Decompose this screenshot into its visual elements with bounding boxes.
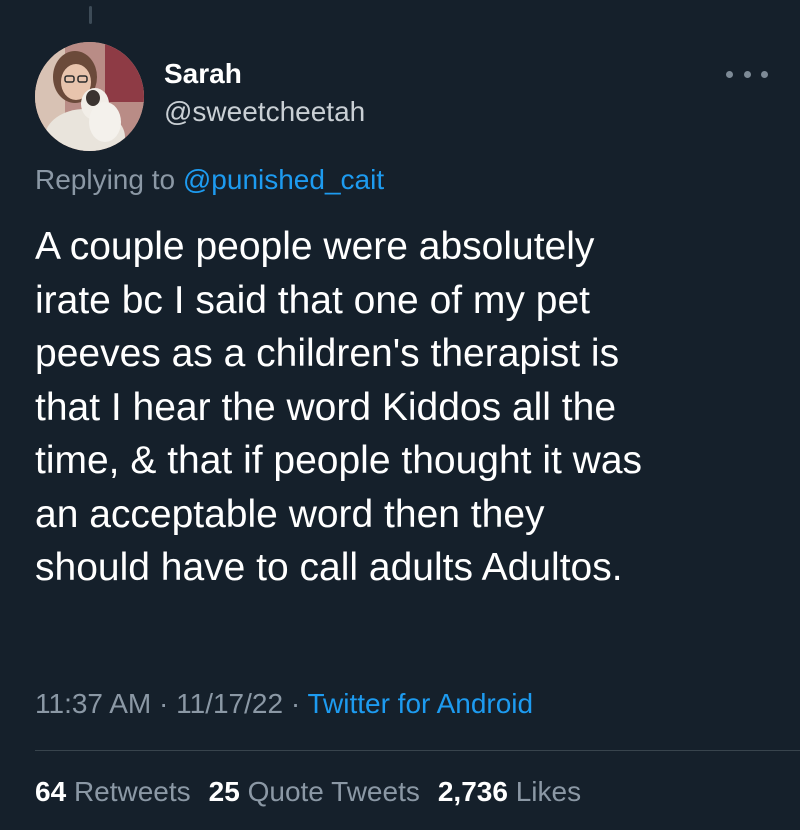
tweet-metadata: 11:37 AM · 11/17/22 · Twitter for Androi…	[35, 688, 533, 720]
tweet-text-line: that I hear the word Kiddos all the	[35, 385, 617, 429]
replying-to: Replying to @punished_cait	[35, 164, 384, 196]
likes-count: 2,736	[437, 776, 508, 807]
reply-mention-link[interactable]: @punished_cait	[183, 164, 384, 195]
retweets-stat[interactable]: 64 Retweets	[35, 776, 191, 807]
tweet-text-line: an acceptable word then they	[35, 492, 545, 536]
meta-separator: ·	[159, 688, 169, 719]
more-horizontal-icon	[726, 70, 733, 78]
more-options-button[interactable]	[726, 60, 768, 88]
tweet-text: A couple people were absolutely irate bc…	[35, 220, 775, 595]
tweet-time[interactable]: 11:37 AM	[35, 688, 151, 719]
replying-to-label: Replying to	[35, 164, 176, 195]
quote-tweets-stat[interactable]: 25 Quote Tweets	[209, 776, 420, 807]
quote-tweets-label: Quote Tweets	[247, 776, 420, 807]
divider	[35, 750, 800, 751]
author-handle[interactable]: @sweetcheetah	[164, 96, 365, 128]
tweet-text-line: peeves as a children's therapist is	[35, 332, 620, 375]
quote-tweets-count: 25	[208, 776, 240, 807]
tweet-text-line: should have to call adults Adultos.	[35, 546, 623, 589]
thread-connector-line	[89, 6, 92, 24]
meta-separator: ·	[290, 688, 301, 719]
likes-stat[interactable]: 2,736 Likes	[438, 776, 581, 807]
retweets-count: 64	[35, 776, 67, 807]
tweet-text-line: A couple people were absolutely	[35, 225, 595, 268]
more-horizontal-icon-dot	[743, 70, 751, 78]
tweet-source-link[interactable]: Twitter for Android	[307, 688, 533, 719]
engagement-stats: 64 Retweets 25 Quote Tweets 2,736 Likes	[35, 776, 581, 808]
retweets-label: Retweets	[73, 776, 191, 807]
more-horizontal-icon-dot	[761, 70, 768, 78]
tweet-text-line: irate bc I said that one of my pet	[35, 278, 590, 322]
avatar[interactable]	[35, 42, 144, 151]
tweet-text-line: time, & that if people thought it was	[35, 439, 643, 482]
author-display-name[interactable]: Sarah	[164, 58, 242, 90]
likes-label: Likes	[515, 776, 582, 807]
tweet-date[interactable]: 11/17/22	[176, 688, 283, 719]
